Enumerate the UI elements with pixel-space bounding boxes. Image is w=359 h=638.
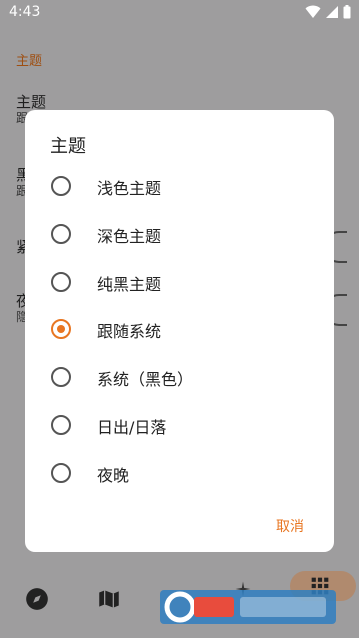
compass-icon: [26, 588, 48, 610]
status-icons: [305, 5, 351, 19]
status-bar: 4:43: [0, 0, 359, 24]
radio-button[interactable]: [51, 415, 71, 435]
option-label: 系统（黑色）: [97, 370, 194, 389]
signal-icon: [326, 6, 338, 18]
theme-option-dark[interactable]: 深色主题: [25, 210, 334, 258]
radio-button[interactable]: [51, 272, 71, 292]
theme-option-follow-system[interactable]: 跟随系统: [25, 305, 334, 353]
status-time: 4:43: [9, 4, 41, 20]
battery-icon: [343, 5, 351, 19]
dialog-title: 主题: [50, 136, 86, 157]
theme-option-sunrise-sunset[interactable]: 日出/日落: [25, 401, 334, 449]
option-label: 浅色主题: [97, 179, 162, 198]
theme-option-pure-black[interactable]: 纯黑主题: [25, 258, 334, 306]
wifi-icon: [305, 5, 321, 18]
radio-button[interactable]: [51, 176, 71, 196]
theme-option-system-black[interactable]: 系统（黑色）: [25, 353, 334, 401]
theme-option-night[interactable]: 夜晚: [25, 449, 334, 497]
option-label: 夜晚: [97, 466, 130, 485]
radio-button-selected[interactable]: [51, 319, 71, 339]
option-label: 纯黑主题: [97, 275, 162, 294]
option-label: 日出/日落: [97, 418, 167, 437]
bg-row-title: 主题: [16, 93, 47, 111]
cancel-button[interactable]: 取消: [276, 516, 304, 536]
watermark-logo: [160, 590, 336, 624]
radio-button[interactable]: [51, 224, 71, 244]
section-header: 主题: [16, 54, 43, 69]
radio-button[interactable]: [51, 463, 71, 483]
option-label: 跟随系统: [97, 322, 162, 341]
theme-dialog: 主题 浅色主题 深色主题 纯黑主题 跟随系统 系统（黑色） 日出/日落 夜晚 取…: [25, 110, 334, 552]
theme-option-light[interactable]: 浅色主题: [25, 162, 334, 210]
radio-button[interactable]: [51, 367, 71, 387]
map-icon: [99, 590, 119, 608]
option-label: 深色主题: [97, 227, 162, 246]
